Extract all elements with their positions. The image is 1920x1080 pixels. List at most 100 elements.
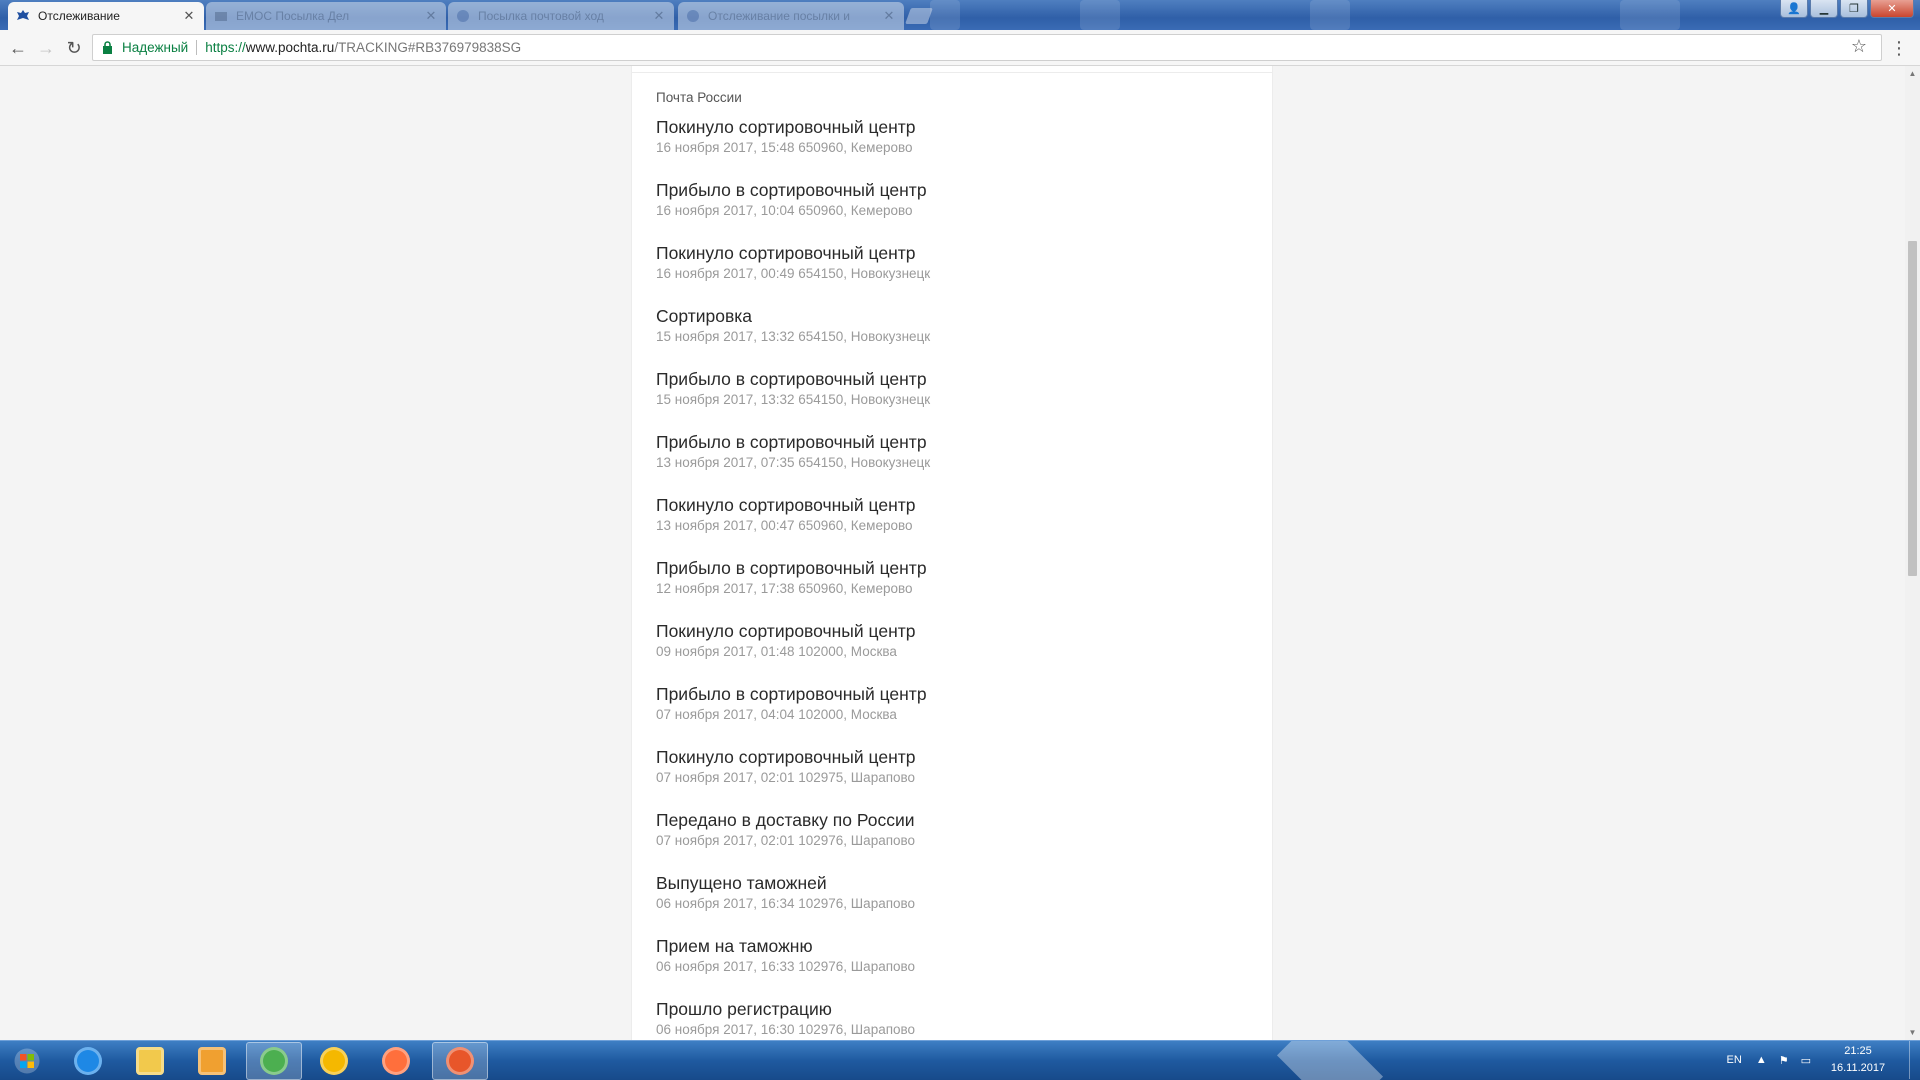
address-bar[interactable]: Надежный https://www.pochta.ru/TRACKING#…	[92, 34, 1882, 61]
event-meta: 06 ноября 2017, 16:30 102976, Шарапово	[656, 1022, 916, 1037]
arrow-right-icon: →	[37, 37, 55, 58]
tracking-event: Прибыло в сортировочный центр 07 ноября 2…	[656, 683, 930, 746]
event-title: Выпущено таможней	[656, 873, 827, 893]
page-scrollbar[interactable]: ▲ ▼	[1905, 66, 1920, 1040]
event-title: Покинуло сортировочный центр	[656, 243, 916, 263]
scroll-down-icon[interactable]: ▼	[1905, 1025, 1920, 1040]
security-chip[interactable]: Надежный	[122, 40, 188, 55]
new-tab-button[interactable]	[905, 8, 933, 24]
tracking-event: Прибыло в сортировочный центр 15 ноября 2…	[656, 368, 930, 431]
taskbar-app-button[interactable]	[306, 1042, 362, 1080]
event-title: Прибыло в сортировочный центр	[656, 369, 927, 389]
event-title: Прием на таможню	[656, 936, 813, 956]
tracking-event: Прибыло в сортировочный центр 13 ноября 2…	[656, 431, 930, 494]
tracking-event: Выпущено таможней 06 ноября 2017, 16:34 1…	[656, 872, 930, 935]
generic-tab-icon	[215, 12, 227, 21]
tracking-event: Покинуло сортировочный центр 13 ноября 20…	[656, 494, 930, 557]
event-title: Прибыло в сортировочный центр	[656, 558, 927, 578]
windows-taskbar: EN ▲ ⚑ ▭ 21:25 16.11.2017	[0, 1040, 1920, 1080]
window-close-button[interactable]: ✕	[1870, 0, 1914, 18]
system-tray: EN ▲ ⚑ ▭ 21:25 16.11.2017	[1727, 1041, 1920, 1079]
tracking-events-list: Покинуло сортировочный центр 16 ноября 20…	[656, 116, 930, 1040]
carrier-name: Почта России	[656, 90, 742, 105]
event-title: Покинуло сортировочный центр	[656, 495, 916, 515]
start-button[interactable]	[6, 1043, 48, 1079]
taskbar-app-button[interactable]	[184, 1042, 240, 1080]
window-controls: 👤 ▁ ❐ ✕	[1778, 0, 1914, 18]
tracking-event: Передано в доставку по России 07 ноября 2…	[656, 809, 930, 872]
event-meta: 07 ноября 2017, 04:04 102000, Москва	[656, 707, 897, 722]
scroll-up-icon[interactable]: ▲	[1905, 66, 1920, 81]
event-title: Покинуло сортировочный центр	[656, 621, 916, 641]
network-icon[interactable]: ▭	[1801, 1054, 1811, 1067]
browser-titlebar: Отслеживание ✕ ЕМОС Посылка Дел ✕ Посылк…	[0, 0, 1920, 30]
url-text[interactable]: https://www.pochta.ru/TRACKING#RB3769798…	[205, 40, 521, 55]
event-meta: 16 ноября 2017, 10:04 650960, Кемерово	[656, 203, 913, 218]
tab-title: Отслеживание	[38, 9, 120, 23]
tab-background-2[interactable]: Посылка почтовой ход ✕	[448, 2, 674, 30]
close-icon[interactable]: ✕	[182, 8, 196, 24]
event-meta: 07 ноября 2017, 02:01 102975, Шарапово	[656, 770, 916, 785]
chrome-icon	[260, 1047, 288, 1075]
event-meta: 16 ноября 2017, 00:49 654150, Новокузнец…	[656, 266, 931, 281]
tracking-event: Покинуло сортировочный центр 09 ноября 20…	[656, 620, 930, 683]
close-icon[interactable]: ✕	[882, 8, 896, 24]
tracking-event: Покинуло сортировочный центр 16 ноября 20…	[656, 242, 930, 305]
taskbar-app-button[interactable]	[432, 1042, 488, 1080]
action-center-flag-icon[interactable]: ⚑	[1779, 1054, 1789, 1067]
event-meta: 13 ноября 2017, 07:35 654150, Новокузнец…	[656, 455, 931, 470]
bookmark-star-icon[interactable]: ☆	[1851, 36, 1867, 57]
tab-title: Посылка почтовой ход	[478, 9, 604, 23]
taskbar-app-button[interactable]	[246, 1042, 302, 1080]
back-button[interactable]: ←	[6, 36, 30, 60]
event-meta: 06 ноября 2017, 16:33 102976, Шарапово	[656, 959, 916, 974]
taskbar-app-button[interactable]	[368, 1042, 424, 1080]
taskbar-app-button[interactable]	[122, 1042, 178, 1080]
event-title: Прибыло в сортировочный центр	[656, 432, 927, 452]
browser-toolbar: ← → ↻ Надежный https://www.pochta.ru/TRA…	[0, 30, 1920, 66]
event-title: Покинуло сортировочный центр	[656, 117, 916, 137]
event-meta: 15 ноября 2017, 13:32 654150, Новокузнец…	[656, 329, 931, 344]
url-path: /TRACKING#RB376979838SG	[334, 40, 522, 55]
browser-menu-icon[interactable]: ⋮	[1890, 34, 1908, 62]
tray-expand-icon[interactable]: ▲	[1756, 1054, 1767, 1066]
internet-explorer-icon	[74, 1047, 102, 1075]
tab-background-1[interactable]: ЕМОС Посылка Дел ✕	[206, 2, 446, 30]
lock-icon	[102, 41, 116, 54]
firefox-icon	[446, 1047, 474, 1075]
aimp-icon	[320, 1047, 348, 1075]
event-meta: 16 ноября 2017, 15:48 650960, Кемерово	[656, 140, 913, 155]
tracking-event: Прием на таможню 06 ноября 2017, 16:33 10…	[656, 935, 930, 998]
minimize-button[interactable]: ▁	[1810, 0, 1838, 18]
scroll-thumb[interactable]	[1908, 241, 1917, 576]
close-icon[interactable]: ✕	[424, 8, 438, 24]
system-clock[interactable]: 21:25 16.11.2017	[1823, 1043, 1893, 1077]
reload-button[interactable]: ↻	[62, 36, 86, 60]
file-explorer-icon	[136, 1047, 164, 1075]
event-meta: 07 ноября 2017, 02:01 102976, Шарапово	[656, 833, 916, 848]
media-center-icon	[382, 1047, 410, 1075]
omnibox-divider	[196, 40, 198, 55]
forward-button[interactable]: →	[34, 36, 58, 60]
event-meta: 13 ноября 2017, 00:47 650960, Кемерово	[656, 518, 913, 533]
event-title: Прошло регистрацию	[656, 999, 832, 1019]
taskbar-app-button[interactable]	[60, 1042, 116, 1080]
tracking-event: Сортировка 15 ноября 2017, 13:32 654150, …	[656, 305, 930, 368]
tab-title: Отслеживание посылки и	[708, 9, 851, 23]
globe-icon	[687, 10, 699, 22]
language-indicator[interactable]: EN	[1727, 1054, 1742, 1066]
event-title: Прибыло в сортировочный центр	[656, 180, 927, 200]
restore-button[interactable]: ❐	[1840, 0, 1868, 18]
close-icon[interactable]: ✕	[652, 8, 666, 24]
page-viewport: Почта России Покинуло сортировочный цент…	[0, 66, 1905, 1040]
event-meta: 12 ноября 2017, 17:38 650960, Кемерово	[656, 581, 913, 596]
show-desktop-button[interactable]	[1909, 1041, 1920, 1079]
event-title: Покинуло сортировочный центр	[656, 747, 916, 767]
tab-background-3[interactable]: Отслеживание посылки и ✕	[678, 2, 904, 30]
user-icon[interactable]: 👤	[1780, 0, 1808, 18]
pochta-eagle-icon	[17, 10, 29, 20]
event-title: Прибыло в сортировочный центр	[656, 684, 927, 704]
tab-tracking[interactable]: Отслеживание ✕	[8, 2, 204, 30]
tracking-event: Прибыло в сортировочный центр 12 ноября 2…	[656, 557, 930, 620]
tab-title: ЕМОС Посылка Дел	[236, 9, 350, 23]
